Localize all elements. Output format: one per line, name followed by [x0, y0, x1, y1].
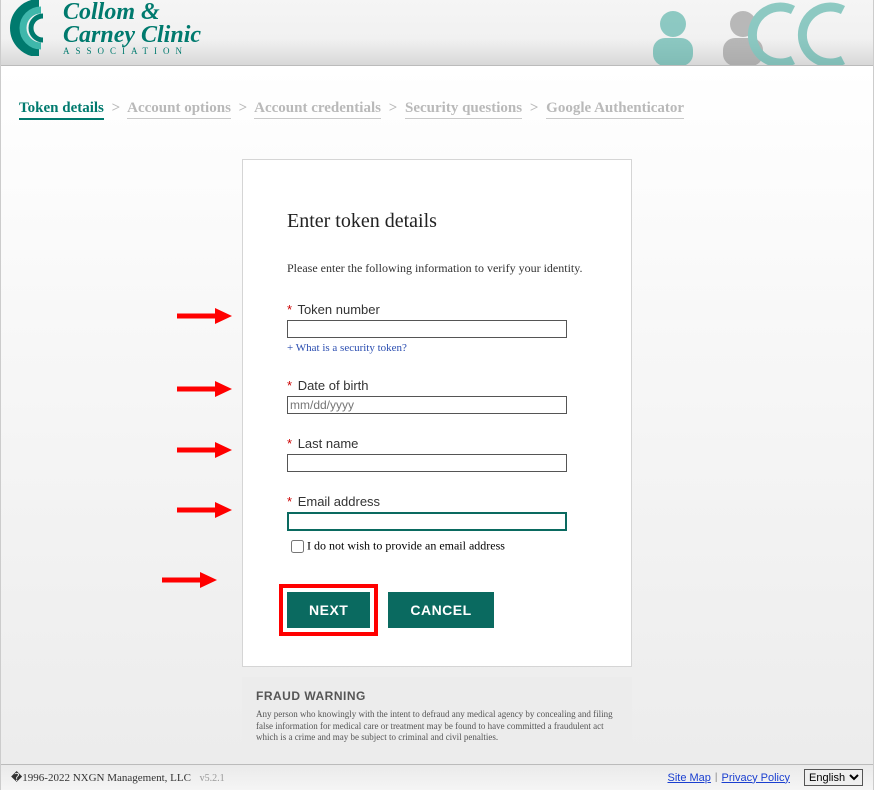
fraud-title: FRAUD WARNING: [256, 689, 618, 703]
fraud-text: Any person who knowingly with the intent…: [256, 709, 618, 744]
form-heading: Enter token details: [287, 210, 587, 233]
form-card: Enter token details Please enter the fol…: [242, 159, 632, 667]
breadcrumb-separator: >: [385, 100, 402, 116]
breadcrumb: Token details > Account options > Accoun…: [1, 66, 873, 125]
dob-label: * Date of birth: [287, 378, 587, 393]
breadcrumb-item-google-authenticator[interactable]: Google Authenticator: [546, 100, 684, 119]
footer: �1996-2022 NXGN Management, LLC v5.2.1 S…: [1, 764, 873, 790]
dob-input[interactable]: [287, 396, 567, 414]
no-email-checkbox[interactable]: [291, 540, 304, 553]
breadcrumb-item-account-options[interactable]: Account options: [127, 100, 231, 119]
security-token-help-link[interactable]: + What is a security token?: [287, 342, 407, 354]
arrow-icon: [177, 500, 232, 520]
privacy-link[interactable]: Privacy Policy: [722, 772, 790, 784]
breadcrumb-item-token-details[interactable]: Token details: [19, 100, 104, 120]
logo: Collom & Carney Clinic ASSOCIATION: [7, 0, 201, 56]
email-label: * Email address: [287, 494, 587, 509]
lastname-input[interactable]: [287, 454, 567, 472]
next-button[interactable]: NEXT: [287, 592, 370, 628]
token-input[interactable]: [287, 320, 567, 338]
lastname-label: * Last name: [287, 436, 587, 451]
arrow-icon: [177, 379, 232, 399]
fraud-warning-box: FRAUD WARNING Any person who knowingly w…: [242, 677, 632, 758]
logo-text-line1: Collom &: [63, 1, 201, 24]
token-label: * Token number: [287, 302, 587, 317]
footer-version: v5.2.1: [200, 773, 225, 784]
logo-icon: [7, 0, 59, 56]
sitemap-link[interactable]: Site Map: [668, 772, 711, 784]
footer-copyright: �1996-2022 NXGN Management, LLC: [11, 772, 191, 784]
language-select[interactable]: English: [804, 769, 863, 786]
email-input[interactable]: [287, 512, 567, 531]
no-email-label: I do not wish to provide an email addres…: [307, 538, 505, 552]
arrow-icon: [162, 570, 217, 590]
breadcrumb-separator: >: [235, 100, 252, 116]
breadcrumb-item-account-credentials[interactable]: Account credentials: [254, 100, 381, 119]
breadcrumb-separator: >: [108, 100, 125, 116]
breadcrumb-separator: >: [526, 100, 543, 116]
logo-text-line2: Carney Clinic: [63, 24, 201, 47]
header: Collom & Carney Clinic ASSOCIATION: [1, 0, 873, 66]
breadcrumb-item-security-questions[interactable]: Security questions: [405, 100, 522, 119]
next-highlight-box: NEXT: [279, 584, 378, 636]
arrow-icon: [177, 440, 232, 460]
form-instruction: Please enter the following information t…: [287, 261, 587, 276]
cancel-button[interactable]: CANCEL: [388, 592, 493, 628]
logo-text-line3: ASSOCIATION: [63, 47, 201, 56]
header-decoration-icon: [613, 0, 873, 66]
arrow-icon: [177, 306, 232, 326]
